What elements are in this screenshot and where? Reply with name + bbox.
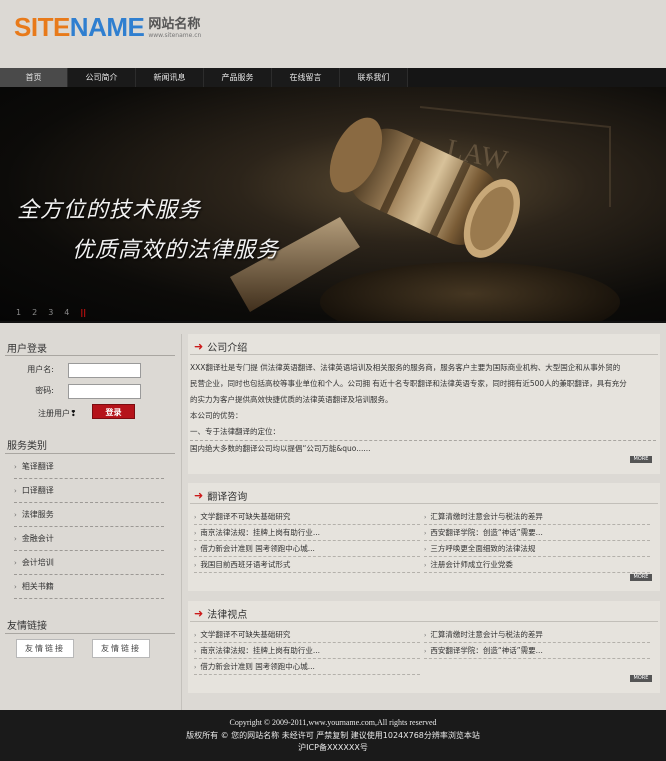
service-item-books[interactable]: › 相关书籍: [14, 575, 164, 599]
arrow-right-icon: ➜: [194, 607, 204, 620]
nav-item-guestbook[interactable]: 在线留言: [272, 68, 340, 87]
arrow-right-icon: ➜: [194, 489, 204, 502]
hero-banner[interactable]: LAW 全方位的技术服务 优质高效的法律服务 1 2 3 4 ||: [0, 87, 666, 323]
law-more-button[interactable]: MORE: [630, 675, 652, 682]
bullet-icon: ›: [194, 664, 197, 671]
register-mark: ❢: [70, 409, 77, 418]
username-input[interactable]: [68, 363, 141, 378]
banner-page-1[interactable]: 1: [16, 308, 21, 317]
bullet-icon: ›: [194, 632, 197, 639]
nav-item-news[interactable]: 新闻讯息: [136, 68, 204, 87]
bullet-icon: ›: [194, 514, 197, 521]
banner-pause-button[interactable]: ||: [80, 308, 86, 317]
translation-more-button[interactable]: MORE: [630, 574, 652, 581]
banner-page-4[interactable]: 4: [64, 308, 69, 317]
footer-icp: 沪ICP备XXXXXX号: [298, 743, 368, 752]
bullet-icon: ›: [424, 530, 427, 537]
banner-page-2[interactable]: 2: [32, 308, 37, 317]
bullet-icon: ›: [424, 648, 427, 655]
chevron-right-icon: ›: [14, 463, 17, 471]
translation-list-left: › 文学翻译不可缺失基础研究 › 南京法律法规：挂牌上岗有助行业... › 借力新会计…: [194, 509, 420, 573]
bullet-icon: ›: [424, 562, 427, 569]
list-item[interactable]: › 注册会计师成立行业党委: [424, 557, 650, 573]
site-footer: Copyright © 2009-2011,www.yourname.com,A…: [0, 710, 666, 761]
company-intro-section: ➜ 公司介绍 XXX翻译社是专门提 供法律英语翻译、法律英语培训及相关服务的服务…: [188, 334, 660, 474]
chevron-right-icon: ›: [14, 535, 17, 543]
register-link[interactable]: 注册用户❢: [38, 408, 77, 419]
service-item-accounting-training[interactable]: › 会计培训: [14, 551, 164, 575]
chevron-right-icon: ›: [14, 487, 17, 495]
footer-copyright: Copyright © 2009-2011,www.yourname.com,A…: [229, 718, 437, 727]
list-item[interactable]: › 汇算清缴时注意会计与税法的差异: [424, 509, 650, 525]
service-item-legal[interactable]: › 法律服务: [14, 503, 164, 527]
nav-item-products[interactable]: 产品服务: [204, 68, 272, 87]
banner-slogan-primary: 全方位的技术服务: [17, 198, 202, 223]
arrow-right-icon: ➜: [194, 340, 204, 353]
law-list-left: › 文学翻译不可缺失基础研究 › 南京法律法规：挂牌上岗有助行业... › 借力新会计…: [194, 627, 420, 675]
company-more-button[interactable]: MORE: [630, 456, 652, 463]
service-item-written-translation[interactable]: › 笔译翻译: [14, 455, 164, 479]
list-item[interactable]: › 汇算清缴时注意会计与税法的差异: [424, 627, 650, 643]
translation-list-right: › 汇算清缴时注意会计与税法的差异 › 西安翻译学院：创造“神话”需要... › 三方…: [424, 509, 650, 573]
banner-pager: 1 2 3 4 ||: [16, 308, 86, 317]
list-item[interactable]: › 南京法律法规：挂牌上岗有助行业...: [194, 643, 420, 659]
list-item[interactable]: › 我国目前西班牙语考试形式: [194, 557, 420, 573]
list-item[interactable]: › 南京法律法规：挂牌上岗有助行业...: [194, 525, 420, 541]
bullet-icon: ›: [194, 546, 197, 553]
password-input[interactable]: [68, 384, 141, 399]
friend-link-1[interactable]: 友情链接: [16, 639, 74, 658]
logo-chinese-name: 网站名称: [148, 17, 201, 32]
footer-rights: 版权所有 © 您的网站名称 未经许可 严禁复制 建议使用1024X768分辨率浏…: [186, 731, 480, 740]
friend-link-2[interactable]: 友情链接: [92, 639, 150, 658]
list-item[interactable]: › 借力新会计准则 国考领跑中心城...: [194, 659, 420, 675]
main-nav: 首页 公司简介 新闻讯息 产品服务 在线留言 联系我们: [0, 68, 666, 87]
login-button[interactable]: 登录: [92, 404, 135, 419]
links-title: 友情链接: [7, 621, 47, 632]
list-item[interactable]: › 西安翻译学院：创造“神话”需要...: [424, 643, 650, 659]
law-viewpoint-section: ➜ 法律视点 › 文学翻译不可缺失基础研究 › 南京法律法规：挂牌上岗有助行业...…: [188, 601, 660, 693]
service-item-finance[interactable]: › 金融会计: [14, 527, 164, 551]
chevron-right-icon: ›: [14, 583, 17, 591]
nav-item-company-profile[interactable]: 公司简介: [68, 68, 136, 87]
username-label: 用户名:: [27, 365, 54, 374]
translation-title: 翻译咨询: [207, 492, 248, 503]
list-item[interactable]: › 西安翻译学院：创造“神话”需要...: [424, 525, 650, 541]
service-item-interpretation[interactable]: › 口译翻译: [14, 479, 164, 503]
bullet-icon: ›: [424, 546, 427, 553]
company-intro-title: 公司介绍: [207, 343, 248, 354]
banner-slogan-secondary: 优质高效的法律服务: [72, 238, 280, 263]
bullet-icon: ›: [424, 514, 427, 521]
company-intro-text: XXX翻译社是专门提 供法律英语翻译、法律英语培训及相关服务的服务商，服务客户主…: [190, 360, 656, 457]
law-viewpoint-title: 法律视点: [207, 610, 248, 621]
logo-url: www.sitename.cn: [148, 32, 202, 39]
login-title: 用户登录: [7, 344, 47, 355]
left-sidebar: 用户登录 用户名: 密码: 注册用户❢ 登录 服务类别 › 笔译翻译 › 口译翻译 …: [0, 334, 178, 710]
bullet-icon: ›: [194, 562, 197, 569]
bullet-icon: ›: [424, 632, 427, 639]
list-item[interactable]: › 文学翻译不可缺失基础研究: [194, 627, 420, 643]
bullet-icon: ›: [194, 530, 197, 537]
site-logo[interactable]: SITENAME 网站名称 www.sitename.cn: [14, 10, 201, 40]
banner-page-3[interactable]: 3: [48, 308, 53, 317]
chevron-right-icon: ›: [14, 559, 17, 567]
translation-section: ➜ 翻译咨询 › 文学翻译不可缺失基础研究 › 南京法律法规：挂牌上岗有助行业...…: [188, 483, 660, 591]
password-label: 密码:: [35, 386, 54, 395]
list-item[interactable]: › 三方呼唤更全面细致的法律法规: [424, 541, 650, 557]
list-item[interactable]: › 借力新会计准则 国考领跑中心城...: [194, 541, 420, 557]
chevron-right-icon: ›: [14, 511, 17, 519]
law-list-right: › 汇算清缴时注意会计与税法的差异 › 西安翻译学院：创造“神话”需要...: [424, 627, 650, 659]
register-label: 注册用户: [38, 409, 70, 418]
list-item[interactable]: › 文学翻译不可缺失基础研究: [194, 509, 420, 525]
site-header: SITENAME 网站名称 www.sitename.cn: [0, 0, 666, 68]
logo-wordmark: SITENAME: [14, 12, 145, 42]
nav-item-home[interactable]: 首页: [0, 68, 68, 87]
nav-item-contact[interactable]: 联系我们: [340, 68, 408, 87]
service-title: 服务类别: [7, 441, 47, 452]
bullet-icon: ›: [194, 648, 197, 655]
